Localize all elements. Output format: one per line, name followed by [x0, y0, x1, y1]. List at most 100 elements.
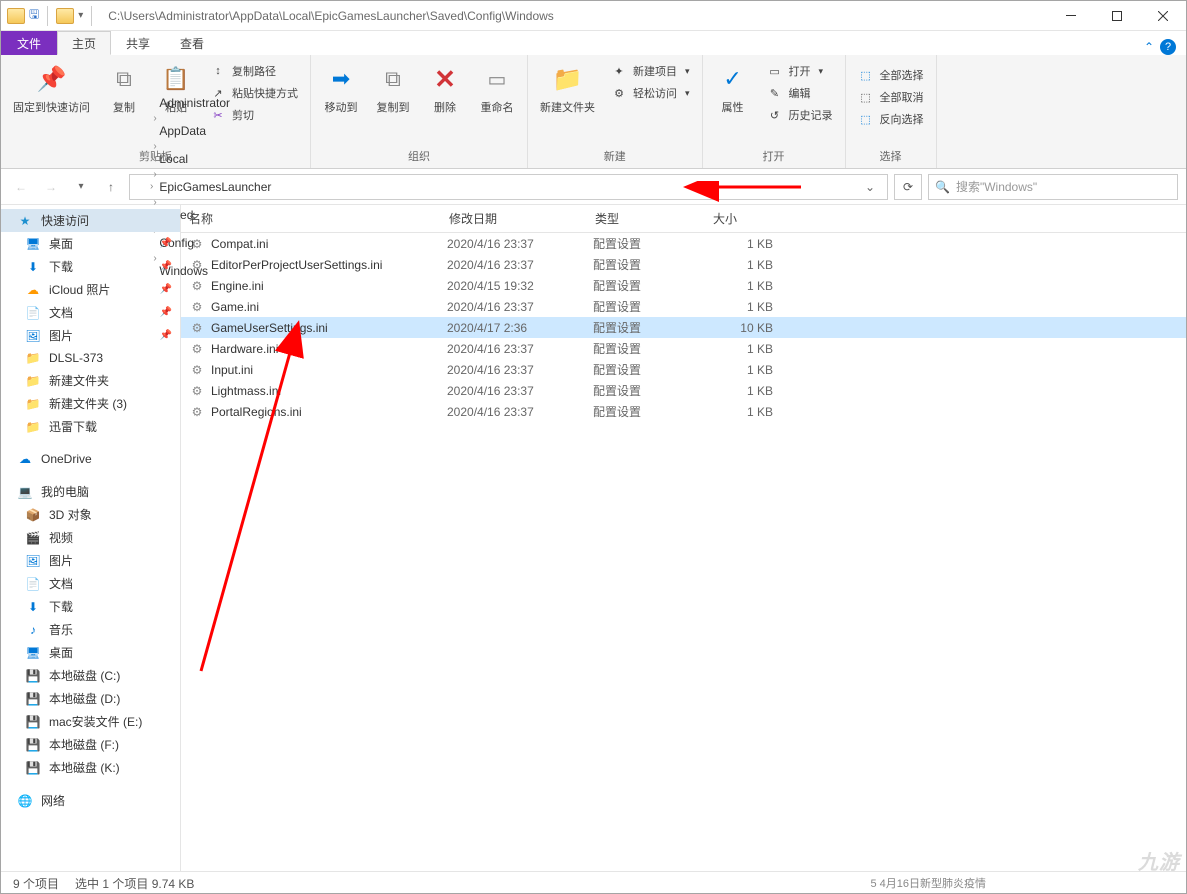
history-button[interactable]: ↺历史记录 — [761, 105, 839, 125]
maximize-button[interactable] — [1094, 1, 1140, 31]
invert-selection-button[interactable]: ⬚反向选择 — [852, 109, 930, 129]
downloads-icon: ⬇ — [25, 259, 41, 275]
easy-access-button[interactable]: ⚙轻松访问▾ — [605, 83, 696, 103]
properties-button[interactable]: ✓ 属性 — [709, 59, 757, 119]
column-date[interactable]: 修改日期 — [441, 210, 587, 227]
file-list: 名称 修改日期 类型 大小 ⚙Compat.ini2020/4/16 23:37… — [181, 205, 1186, 871]
chevron-right-icon[interactable]: › — [153, 197, 156, 208]
help-icon[interactable]: ? — [1160, 39, 1176, 55]
qat-dropdown-icon[interactable]: ▾ — [78, 10, 83, 21]
file-row[interactable]: ⚙Game.ini2020/4/16 23:37配置设置1 KB — [181, 296, 1186, 317]
sidebar-downloads2[interactable]: ⬇下载 — [1, 595, 180, 618]
watermark: 九游 — [1138, 846, 1180, 875]
column-type[interactable]: 类型 — [587, 210, 705, 227]
delete-button[interactable]: ✕ 删除 — [421, 59, 469, 119]
copy-button[interactable]: ⧉ 复制 — [100, 59, 148, 119]
sidebar-dlsl[interactable]: 📁DLSL-373 — [1, 347, 180, 369]
file-row[interactable]: ⚙Input.ini2020/4/16 23:37配置设置1 KB — [181, 359, 1186, 380]
recent-locations-button[interactable]: ▾ — [69, 175, 93, 199]
new-item-button[interactable]: ✦新建项目▾ — [605, 61, 696, 81]
breadcrumb-segment[interactable]: Administrator — [153, 96, 277, 110]
sidebar-my-computer[interactable]: 💻我的电脑 — [1, 480, 180, 503]
chevron-right-icon[interactable]: › — [153, 141, 156, 152]
status-selected-info: 选中 1 个项目 9.74 KB — [75, 875, 194, 892]
sidebar-downloads[interactable]: ⬇下载📌 — [1, 255, 180, 278]
tab-share[interactable]: 共享 — [111, 31, 165, 55]
minimize-button[interactable] — [1048, 1, 1094, 31]
chevron-right-icon[interactable]: › — [153, 113, 156, 124]
sidebar-pictures[interactable]: 🖼图片📌 — [1, 324, 180, 347]
videos-icon: 🎬 — [25, 530, 41, 546]
select-all-button[interactable]: ⬚全部选择 — [852, 65, 930, 85]
refresh-button[interactable]: ⟳ — [894, 174, 922, 200]
close-button[interactable] — [1140, 1, 1186, 31]
search-input[interactable]: 🔍 搜索"Windows" — [928, 174, 1178, 200]
sidebar-icloud-photos[interactable]: ☁iCloud 照片📌 — [1, 278, 180, 301]
sidebar-disk-f[interactable]: 💾本地磁盘 (F:) — [1, 733, 180, 756]
sidebar-documents2[interactable]: 📄文档 — [1, 572, 180, 595]
sidebar-desktop2[interactable]: 🖥桌面 — [1, 641, 180, 664]
copy-to-button[interactable]: ⧉ 复制到 — [369, 59, 417, 119]
sidebar-disk-c[interactable]: 💾本地磁盘 (C:) — [1, 664, 180, 687]
breadcrumb[interactable]: › Administrator›AppData›Local›EpicGamesL… — [129, 174, 888, 200]
sidebar-pictures2[interactable]: 🖼图片 — [1, 549, 180, 572]
tab-home[interactable]: 主页 — [57, 31, 111, 55]
sidebar-xunlei[interactable]: 📁迅雷下载 — [1, 415, 180, 438]
file-row[interactable]: ⚙Lightmass.ini2020/4/16 23:37配置设置1 KB — [181, 380, 1186, 401]
breadcrumb-segment[interactable]: AppData — [153, 124, 277, 138]
file-row[interactable]: ⚙GameUserSettings.ini2020/4/17 2:36配置设置1… — [181, 317, 1186, 338]
copy-path-button[interactable]: ↕复制路径 — [204, 61, 304, 81]
breadcrumb-segment[interactable]: Local — [153, 152, 277, 166]
chevron-right-icon[interactable]: › — [153, 169, 156, 180]
file-row[interactable]: ⚙EditorPerProjectUserSettings.ini2020/4/… — [181, 254, 1186, 275]
qat-folder-icon[interactable] — [56, 8, 74, 24]
sidebar-network[interactable]: 🌐网络 — [1, 789, 180, 812]
file-row[interactable]: ⚙Engine.ini2020/4/15 19:32配置设置1 KB — [181, 275, 1186, 296]
file-row[interactable]: ⚙Hardware.ini2020/4/16 23:37配置设置1 KB — [181, 338, 1186, 359]
sidebar-new-folder-3[interactable]: 📁新建文件夹 (3) — [1, 392, 180, 415]
file-size: 1 KB — [711, 258, 773, 272]
new-folder-button[interactable]: 📁 新建文件夹 — [534, 59, 601, 119]
sidebar-onedrive[interactable]: ☁OneDrive — [1, 448, 180, 470]
select-group-label: 选择 — [852, 146, 930, 168]
file-row[interactable]: ⚙PortalRegions.ini2020/4/16 23:37配置设置1 K… — [181, 401, 1186, 422]
column-size[interactable]: 大小 — [705, 210, 775, 227]
sidebar-documents[interactable]: 📄文档📌 — [1, 301, 180, 324]
file-date: 2020/4/17 2:36 — [447, 321, 593, 335]
move-to-button[interactable]: ➡ 移动到 — [317, 59, 365, 119]
sidebar-mac-install[interactable]: 💾mac安装文件 (E:) — [1, 710, 180, 733]
sidebar-new-folder[interactable]: 📁新建文件夹 — [1, 369, 180, 392]
sidebar-quick-access[interactable]: ★快速访问 — [1, 209, 180, 232]
open-icon: ▭ — [767, 63, 783, 79]
disk-icon: 💾 — [25, 691, 41, 707]
collapse-ribbon-icon[interactable]: ⌃ — [1144, 40, 1154, 54]
edit-button[interactable]: ✎编辑 — [761, 83, 839, 103]
tab-file[interactable]: 文件 — [1, 31, 57, 55]
up-button[interactable]: ↑ — [99, 175, 123, 199]
file-date: 2020/4/16 23:37 — [447, 363, 593, 377]
back-button[interactable]: ← — [9, 175, 33, 199]
breadcrumb-segment[interactable]: EpicGamesLauncher — [153, 180, 277, 194]
pin-icon: 📌 — [160, 284, 172, 295]
qat-save-icon[interactable]: 🖫 — [29, 5, 39, 26]
select-none-button[interactable]: ⬚全部取消 — [852, 87, 930, 107]
file-row[interactable]: ⚙Compat.ini2020/4/16 23:37配置设置1 KB — [181, 233, 1186, 254]
pin-icon: 📌 — [160, 330, 172, 341]
breadcrumb-dropdown-icon[interactable]: ⌄ — [857, 180, 883, 194]
open-group-label: 打开 — [709, 146, 839, 168]
open-button[interactable]: ▭打开▾ — [761, 61, 839, 81]
file-name: Engine.ini — [211, 279, 447, 293]
tab-view[interactable]: 查看 — [165, 31, 219, 55]
sidebar-3d-objects[interactable]: 📦3D 对象 — [1, 503, 180, 526]
music-icon: ♪ — [25, 622, 41, 638]
navigation-pane: ★快速访问 🖥桌面📌 ⬇下载📌 ☁iCloud 照片📌 📄文档📌 🖼图片📌 📁D… — [1, 205, 181, 871]
rename-button[interactable]: ▭ 重命名 — [473, 59, 521, 119]
pin-to-quick-access-button[interactable]: 📌 固定到快速访问 — [7, 59, 96, 119]
sidebar-disk-k[interactable]: 💾本地磁盘 (K:) — [1, 756, 180, 779]
file-type: 配置设置 — [593, 256, 711, 273]
sidebar-videos[interactable]: 🎬视频 — [1, 526, 180, 549]
sidebar-music[interactable]: ♪音乐 — [1, 618, 180, 641]
sidebar-desktop[interactable]: 🖥桌面📌 — [1, 232, 180, 255]
sidebar-disk-d[interactable]: 💾本地磁盘 (D:) — [1, 687, 180, 710]
forward-button[interactable]: → — [39, 175, 63, 199]
